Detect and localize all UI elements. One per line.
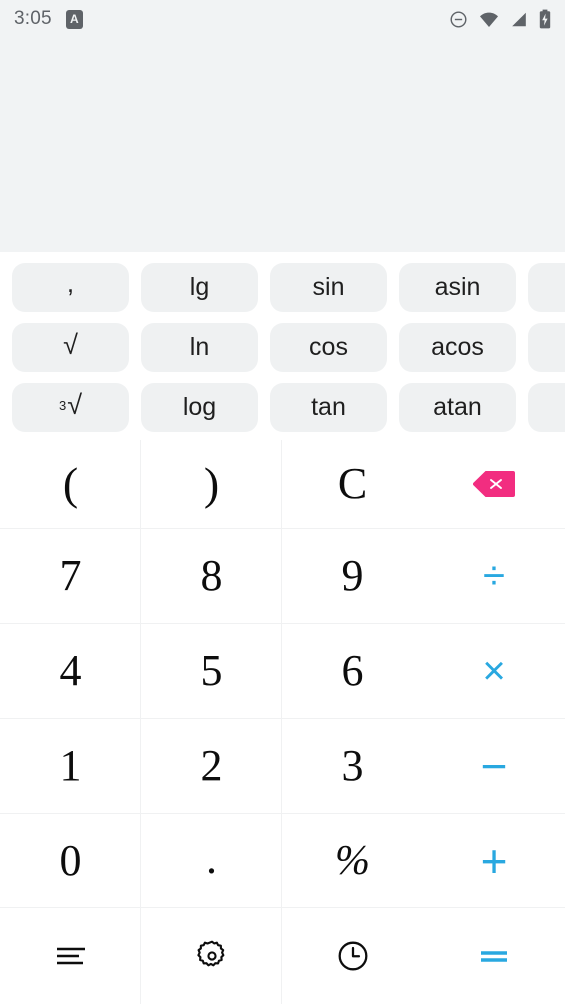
function-chip-grid: , lg sin asin √ ln cos acos 3 √ log tan … [12, 263, 565, 432]
keypad-row-0-dot-percent: 0 . % + [0, 814, 565, 908]
key-0-label: 0 [59, 836, 82, 885]
chip-cos[interactable]: cos [270, 323, 387, 372]
chip-cbrt-degree: 3 [58, 398, 67, 413]
chip-sin-label: sin [312, 273, 345, 301]
key-close-paren[interactable]: ) [141, 440, 282, 528]
chip-sin[interactable]: sin [270, 263, 387, 312]
equals-icon [479, 946, 509, 966]
key-9[interactable]: 9 [282, 529, 423, 623]
chip-log-label: log [182, 393, 217, 421]
chip-comma-label: , [66, 267, 75, 298]
gear-icon [195, 939, 229, 973]
chip-ln[interactable]: ln [141, 323, 258, 372]
key-open-paren-label: ( [62, 458, 79, 509]
key-percent-label: % [335, 838, 370, 884]
key-percent[interactable]: % [282, 814, 423, 908]
menu-button[interactable] [0, 908, 141, 1004]
chip-offscreen-2[interactable] [528, 323, 565, 372]
key-divide-label: ÷ [483, 554, 505, 598]
key-decimal-point-label: . [206, 834, 217, 883]
key-8[interactable]: 8 [141, 529, 282, 623]
key-multiply[interactable]: × [423, 624, 565, 718]
status-notification-icons: A [65, 9, 83, 29]
chip-ln-label: ln [189, 333, 210, 361]
display-content [0, 38, 565, 252]
key-5-label: 5 [200, 646, 223, 695]
key-5[interactable]: 5 [141, 624, 282, 718]
wifi-icon [479, 11, 499, 28]
chip-offscreen-3[interactable] [528, 383, 565, 432]
key-multiply-label: × [482, 649, 506, 693]
key-3-label: 3 [341, 741, 364, 790]
bottom-toolbar [0, 907, 565, 1004]
signal-icon [510, 11, 528, 28]
key-7[interactable]: 7 [0, 529, 141, 623]
chip-lg[interactable]: lg [141, 263, 258, 312]
chip-atan-label: atan [433, 393, 482, 421]
key-minus[interactable]: − [423, 719, 565, 813]
key-decimal-point[interactable]: . [141, 814, 282, 908]
chip-asin-label: asin [434, 273, 481, 301]
key-2[interactable]: 2 [141, 719, 282, 813]
keypad-row-789: 7 8 9 ÷ [0, 529, 565, 624]
key-8-label: 8 [200, 551, 223, 600]
chip-cbrt-glyph: 3 √ [58, 390, 83, 421]
equals-button[interactable] [423, 908, 565, 1004]
dnd-icon [449, 10, 468, 29]
key-clear-label: C [337, 459, 368, 508]
chip-cbrt-radical: √ [67, 390, 83, 420]
chip-lg-label: lg [189, 273, 210, 301]
function-chip-strip[interactable]: , lg sin asin √ ln cos acos 3 √ log tan … [0, 252, 565, 440]
status-system-icons [449, 9, 551, 29]
key-divide[interactable]: ÷ [423, 529, 565, 623]
key-clear[interactable]: C [282, 440, 423, 528]
key-6[interactable]: 6 [282, 624, 423, 718]
key-open-paren[interactable]: ( [0, 440, 141, 528]
notification-app-icon: A [65, 9, 83, 29]
chip-cbrt[interactable]: 3 √ [12, 383, 129, 432]
chip-sqrt-label: √ [63, 330, 78, 360]
key-1[interactable]: 1 [0, 719, 141, 813]
key-plus[interactable]: + [423, 814, 565, 908]
key-plus-label: + [480, 835, 508, 887]
status-clock: 3:05 [14, 8, 52, 29]
key-4[interactable]: 4 [0, 624, 141, 718]
key-2-label: 2 [200, 741, 223, 790]
battery-charging-icon [539, 9, 551, 29]
key-backspace[interactable] [423, 440, 565, 528]
keypad-row-456: 4 5 6 × [0, 624, 565, 719]
chip-offscreen-1[interactable] [528, 263, 565, 312]
history-clock-icon [336, 939, 370, 973]
chip-acos[interactable]: acos [399, 323, 516, 372]
settings-button[interactable] [141, 908, 282, 1004]
key-minus-label: − [480, 740, 508, 792]
chip-log[interactable]: log [141, 383, 258, 432]
key-6-label: 6 [341, 646, 364, 695]
chip-asin[interactable]: asin [399, 263, 516, 312]
chip-atan[interactable]: atan [399, 383, 516, 432]
menu-icon [55, 944, 87, 968]
key-0[interactable]: 0 [0, 814, 141, 908]
chip-acos-label: acos [431, 333, 484, 361]
history-button[interactable] [282, 908, 423, 1004]
chip-tan[interactable]: tan [270, 383, 387, 432]
key-4-label: 4 [59, 646, 82, 695]
keypad-row-123: 1 2 3 − [0, 719, 565, 814]
key-9-label: 9 [341, 551, 364, 600]
chip-cos-label: cos [309, 333, 348, 361]
chip-sqrt[interactable]: √ [12, 323, 129, 372]
key-1-label: 1 [59, 741, 82, 790]
key-3[interactable]: 3 [282, 719, 423, 813]
key-7-label: 7 [59, 551, 82, 600]
status-bar: 3:05 A [0, 0, 565, 38]
key-close-paren-label: ) [203, 458, 220, 509]
chip-comma[interactable]: , [12, 263, 129, 312]
chip-tan-label: tan [311, 393, 346, 421]
keypad-row-paren: ( ) C [0, 440, 565, 529]
backspace-icon [473, 471, 515, 497]
